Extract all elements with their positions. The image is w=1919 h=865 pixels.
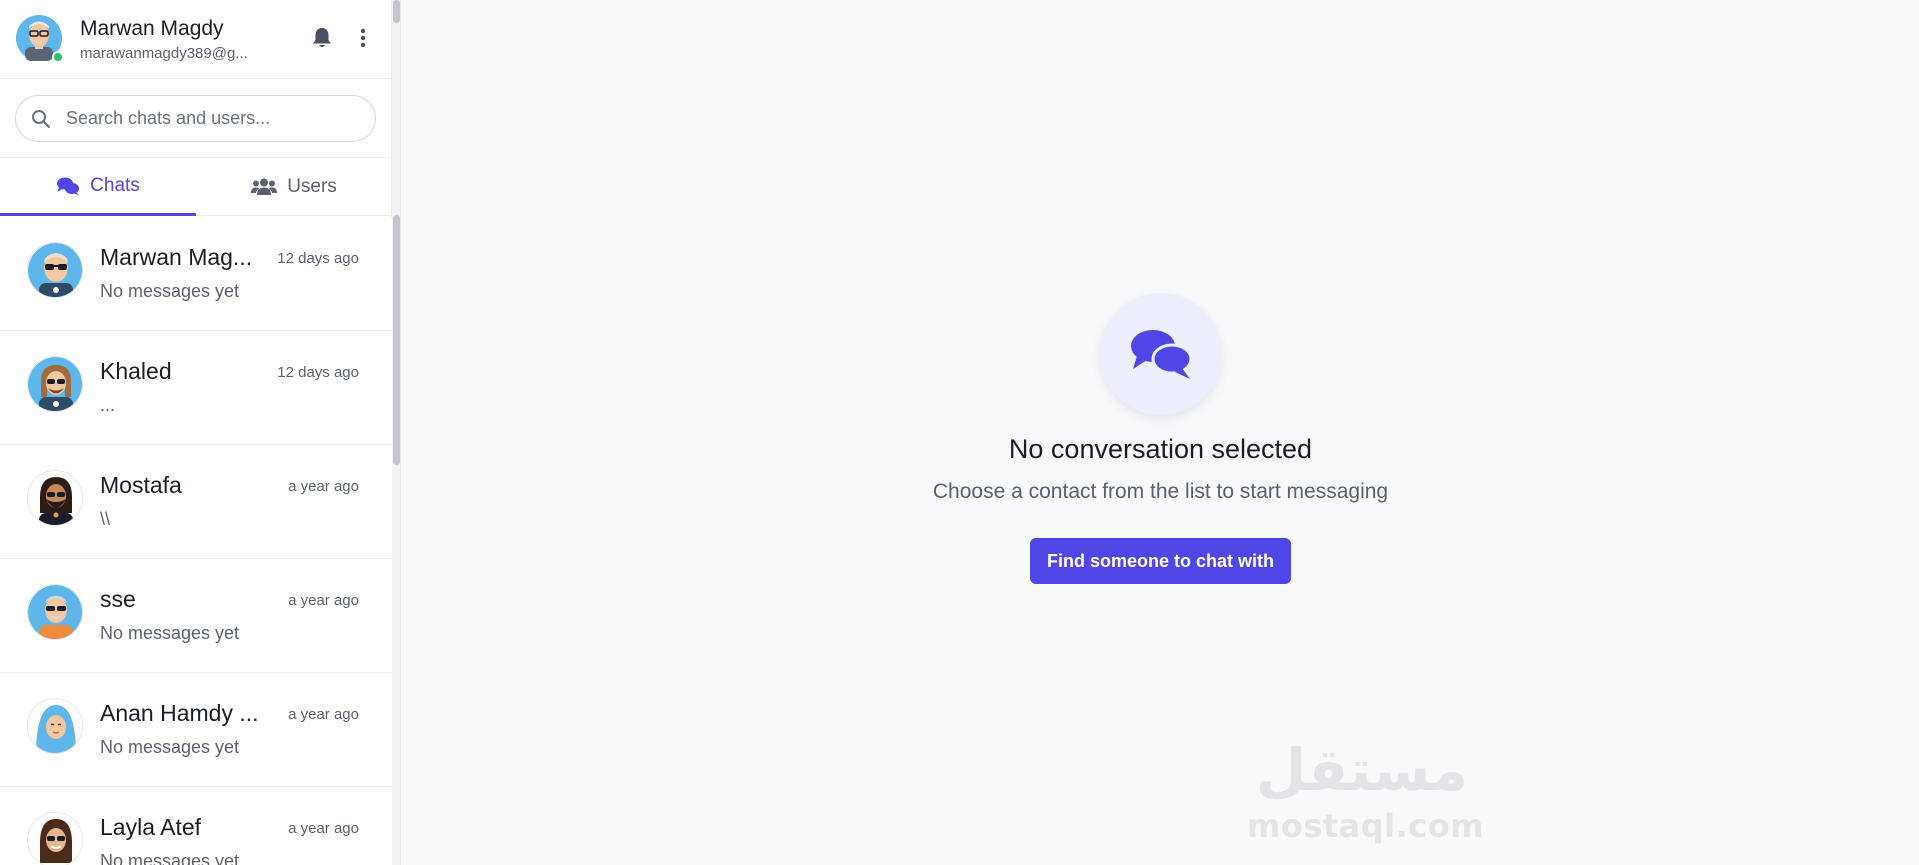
chat-timestamp: a year ago: [288, 706, 359, 723]
chat-preview: No messages yet: [100, 281, 240, 301]
sidebar: Marwan Magdy marawanmagdy389@g... Search…: [0, 0, 392, 865]
empty-state-title: No conversation selected: [1008, 434, 1313, 464]
chat-list-item[interactable]: Marwan Mag... 12 days ago No messages ye…: [0, 217, 392, 331]
chat-list-item[interactable]: Anan Hamdy ... a year ago No messages ye…: [0, 673, 392, 787]
contact-avatar: [27, 356, 83, 412]
chat-list-item[interactable]: Layla Atef a year ago No messages yet: [0, 787, 392, 865]
chat-name: sse: [100, 586, 136, 612]
chat-preview: No messages yet: [100, 851, 240, 865]
chat-list: Marwan Mag... 12 days ago No messages ye…: [0, 217, 392, 865]
chat-timestamp: a year ago: [288, 592, 359, 609]
watermark-arabic: مستقل: [1255, 736, 1469, 804]
contact-avatar: [27, 242, 83, 298]
chat-name: Marwan Mag...: [100, 244, 253, 270]
chat-preview: No messages yet: [100, 737, 240, 757]
chat-timestamp: a year ago: [288, 820, 359, 837]
contact-avatar: [27, 470, 83, 526]
chat-list-item[interactable]: sse a year ago No messages yet: [0, 559, 392, 673]
watermark-latin: mostaql.com: [1247, 807, 1485, 845]
chat-preview: ...: [100, 395, 116, 415]
mostaql-watermark-logo: مستقل mostaql.com: [1247, 735, 1485, 850]
empty-state-subtitle: Choose a contact from the list to start …: [932, 480, 1389, 503]
search-input[interactable]: [66, 96, 366, 141]
online-status-dot: [52, 51, 64, 63]
chat-timestamp: 12 days ago: [277, 250, 359, 267]
chat-preview: \\: [100, 509, 111, 529]
search-box: [15, 95, 376, 142]
contact-avatar: [27, 584, 83, 640]
tab-users[interactable]: Users: [196, 158, 392, 216]
chat-name: Mostafa: [100, 472, 182, 498]
find-someone-button[interactable]: Find someone to chat with: [1030, 538, 1291, 584]
contact-avatar: [27, 812, 83, 865]
tab-users-label: Users: [287, 176, 337, 197]
conversation-pane: No conversation selected Choose a contac…: [402, 0, 1919, 865]
scrollbar-thumb-top[interactable]: [393, 0, 400, 23]
profile-header: Marwan Magdy marawanmagdy389@g...: [0, 0, 392, 79]
chat-list-item[interactable]: Mostafa a year ago \\: [0, 445, 392, 559]
chat-bubbles-icon: [1100, 293, 1222, 415]
chat-preview: No messages yet: [100, 623, 240, 643]
contact-avatar: [27, 698, 83, 754]
chat-list-item[interactable]: Khaled 12 days ago ...: [0, 331, 392, 445]
kebab-menu-icon[interactable]: [352, 26, 374, 50]
chat-name: Layla Atef: [100, 814, 202, 840]
tab-chats-label: Chats: [90, 174, 140, 196]
profile-email: marawanmagdy389@g...: [80, 45, 248, 62]
chat-name: Khaled: [100, 358, 172, 384]
search-icon: [31, 109, 51, 129]
chat-timestamp: a year ago: [288, 478, 359, 495]
sidebar-scrollbar[interactable]: [392, 0, 401, 865]
chat-timestamp: 12 days ago: [277, 364, 359, 381]
bell-icon[interactable]: [311, 26, 333, 50]
chat-name: Anan Hamdy ...: [100, 700, 259, 726]
users-icon: [251, 177, 278, 197]
tab-bar: Chats Users: [0, 157, 392, 216]
tab-chats[interactable]: Chats: [0, 158, 196, 216]
chats-icon: [56, 176, 80, 196]
scrollbar-thumb[interactable]: [393, 215, 400, 465]
profile-name: Marwan Magdy: [80, 17, 224, 40]
